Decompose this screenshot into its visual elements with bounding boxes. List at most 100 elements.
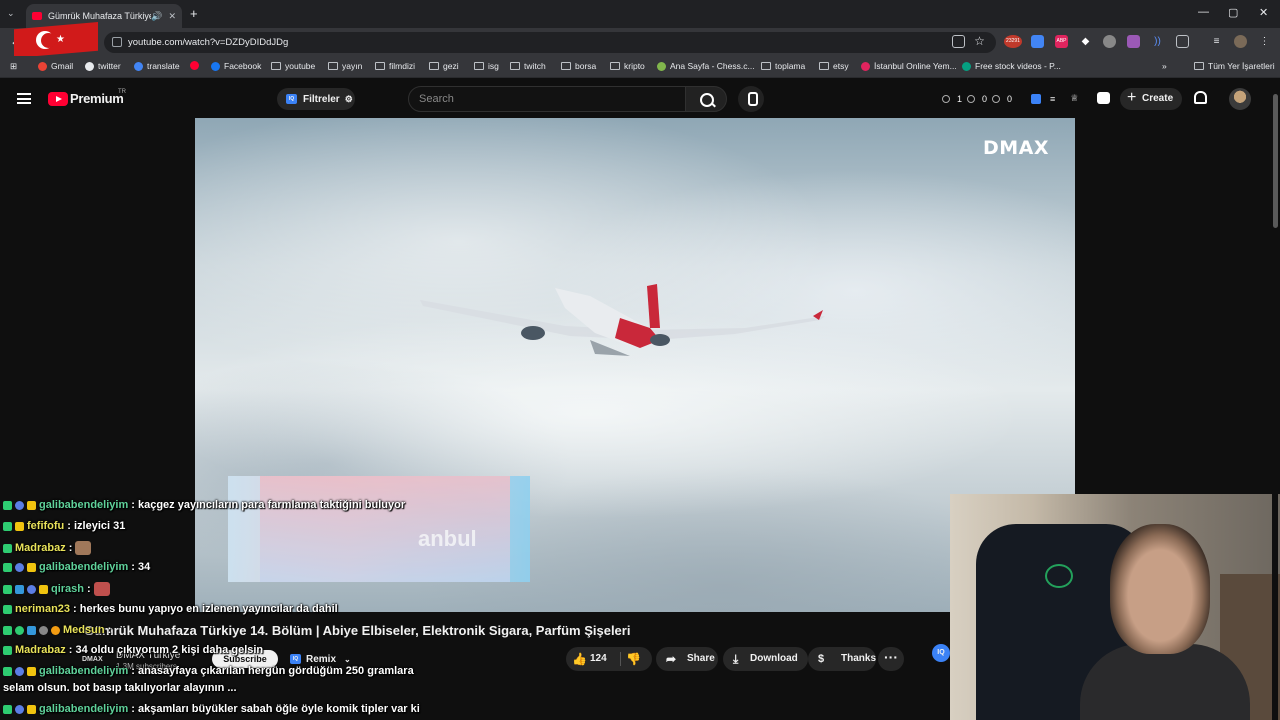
bookmark-youtube-icon[interactable] <box>190 61 203 70</box>
translate-extension-icon[interactable] <box>1031 35 1044 48</box>
eye-icon <box>967 94 976 103</box>
download-icon: ⤓ <box>733 652 739 666</box>
adblock-icon[interactable]: ABP <box>1055 35 1068 48</box>
clock-icon <box>942 94 950 103</box>
close-window-button[interactable]: ✕ <box>1259 6 1268 19</box>
emote-icon <box>93 582 110 596</box>
bookmark-folder-kripto[interactable]: kripto <box>610 61 645 71</box>
region-code: TR <box>118 89 126 95</box>
profile-avatar-icon[interactable] <box>1234 35 1247 48</box>
browser-tab[interactable]: Gümrük Muhafaza Türkiye 🔊 ✕ <box>26 4 182 28</box>
speaker-icon[interactable]: 🔊 <box>151 11 162 22</box>
microphone-icon[interactable] <box>738 86 764 112</box>
bookmark-twitter[interactable]: twitter <box>85 61 121 71</box>
iq-extension-icon[interactable] <box>1031 93 1042 104</box>
account-avatar[interactable] <box>1229 88 1251 110</box>
chat-message: galibabendeliyim: 34 <box>3 561 150 573</box>
extension-badge-icon[interactable]: 23291 <box>1004 35 1022 48</box>
search-input[interactable]: Search <box>408 86 686 112</box>
bookmark-folder-youtube[interactable]: youtube <box>271 61 315 71</box>
install-icon[interactable] <box>952 35 965 48</box>
all-bookmarks-folder[interactable]: Tüm Yer İşaretleri <box>1194 61 1275 71</box>
like-dislike-group: 👍 124 👎 <box>566 647 652 671</box>
extension-icon-4[interactable]: )) <box>1151 35 1164 48</box>
minimize-button[interactable]: — <box>1198 6 1209 18</box>
scrollbar-thumb[interactable] <box>1273 94 1278 228</box>
share-button[interactable]: ➦ Share <box>656 647 718 671</box>
iq-icon: IQ <box>286 94 297 104</box>
chat-message: fefifofu: izleyici 31 <box>3 520 125 532</box>
search-icon[interactable] <box>685 86 727 112</box>
new-tab-button[interactable]: + <box>190 6 198 21</box>
thanks-button[interactable]: $ Thanks <box>808 647 876 671</box>
download-button[interactable]: ⤓ Download <box>723 647 808 671</box>
diamond-extension-icon[interactable]: ◆ <box>1079 35 1092 48</box>
youtube-premium-logo[interactable]: Premium <box>70 91 124 106</box>
extension-icon-2[interactable] <box>1103 35 1116 48</box>
bookmark-yemeksepeti[interactable]: İstanbul Online Yem... <box>861 61 957 71</box>
filters-button[interactable]: IQ Filtreler ⚙ <box>277 88 355 110</box>
iq-icon: IQ <box>290 654 301 664</box>
bookmark-gmail[interactable]: Gmail <box>38 61 73 71</box>
bookmark-folder-isg[interactable]: isg <box>474 61 499 71</box>
chat-message: qirash: <box>3 582 110 596</box>
video-title: Gümrük Muhafaza Türkiye 14. Bölüm | Abiy… <box>84 623 631 638</box>
bookmarks-bar: ⊞ Gmail twitter translate Facebook youtu… <box>0 56 1280 78</box>
download-label: Download <box>750 653 798 664</box>
airplane-image <box>420 284 825 356</box>
extension-icon-3[interactable] <box>1127 35 1140 48</box>
thanks-label: Thanks <box>841 653 877 664</box>
bookmark-chess[interactable]: Ana Sayfa - Chess.c... <box>657 61 755 71</box>
url-text: youtube.com/watch?v=DZDyDIDdJDg <box>128 37 289 48</box>
bookmark-folder-borsa[interactable]: borsa <box>561 61 596 71</box>
tab-search-icon[interactable]: ⌄ <box>7 8 15 19</box>
dislike-button[interactable]: 👎 <box>626 647 641 671</box>
bookmark-facebook[interactable]: Facebook <box>211 61 261 71</box>
bookmark-folder-yayin[interactable]: yayın <box>328 61 362 71</box>
bookmark-folder-etsy[interactable]: etsy <box>819 61 849 71</box>
bookmark-folder-gezi[interactable]: gezi <box>429 61 459 71</box>
reading-list-icon[interactable]: ≡ <box>1210 35 1223 48</box>
bookmark-folder-twitch[interactable]: twitch <box>510 61 546 71</box>
like-count: 124 <box>590 653 607 664</box>
streamer-webcam <box>950 494 1280 720</box>
tab-title: Gümrük Muhafaza Türkiye <box>48 11 152 21</box>
share-label: Share <box>687 653 715 664</box>
notifications-icon[interactable] <box>1194 91 1207 104</box>
tab-close-icon[interactable]: ✕ <box>168 11 176 22</box>
bookmarks-overflow-icon[interactable]: » <box>1162 61 1167 71</box>
youtube-favicon-icon <box>32 12 42 20</box>
bookmark-folder-toplama[interactable]: toplama <box>761 61 805 71</box>
address-bar[interactable]: youtube.com/watch?v=DZDyDIDdJDg <box>104 32 996 53</box>
chat-message: Medsun: <box>3 624 111 636</box>
bookmark-folder-filmdizi[interactable]: filmdizi <box>375 61 415 71</box>
apps-icon[interactable]: ⊞ <box>10 61 17 72</box>
chat-ext-icon[interactable] <box>1097 92 1110 104</box>
remix-label: Remix <box>306 653 337 665</box>
bookmark-free-stock-videos[interactable]: Free stock videos - P... <box>962 61 1061 71</box>
share-icon: ➦ <box>666 652 677 666</box>
site-info-icon[interactable] <box>112 37 122 47</box>
browser-menu-icon[interactable]: ⋮ <box>1258 35 1271 48</box>
menu-icon[interactable] <box>17 93 31 104</box>
bookmark-star-icon[interactable]: ☆ <box>973 35 986 48</box>
dmax-watermark: DMAX <box>983 137 1050 159</box>
list-icon[interactable]: ≡ <box>1050 94 1055 104</box>
trophy-icon[interactable]: ♕ <box>1070 93 1078 104</box>
create-button[interactable]: Create <box>1120 87 1182 110</box>
filters-label: Filtreler <box>303 93 340 105</box>
thanks-icon: $ <box>818 653 825 665</box>
maximize-button[interactable]: ▢ <box>1228 6 1238 19</box>
extension-badge-count: 23291 <box>1006 38 1020 44</box>
extensions-puzzle-icon[interactable] <box>1176 35 1189 48</box>
chevron-down-icon: ⌄ <box>344 654 351 664</box>
bookmark-translate[interactable]: translate <box>134 61 180 71</box>
chat-message: galibabendeliyim: kaçgez yayıncıların pa… <box>3 499 405 511</box>
iq-badge[interactable]: IQ <box>932 644 950 662</box>
stats-indicators: 1 0 0 ≡ ♕ <box>942 93 1078 104</box>
more-actions-button[interactable]: ··· <box>878 647 904 671</box>
razer-logo-icon <box>1045 564 1073 588</box>
eye-off-icon <box>992 94 1001 103</box>
like-button[interactable]: 👍 <box>572 647 587 671</box>
youtube-logo-icon[interactable] <box>48 92 68 106</box>
